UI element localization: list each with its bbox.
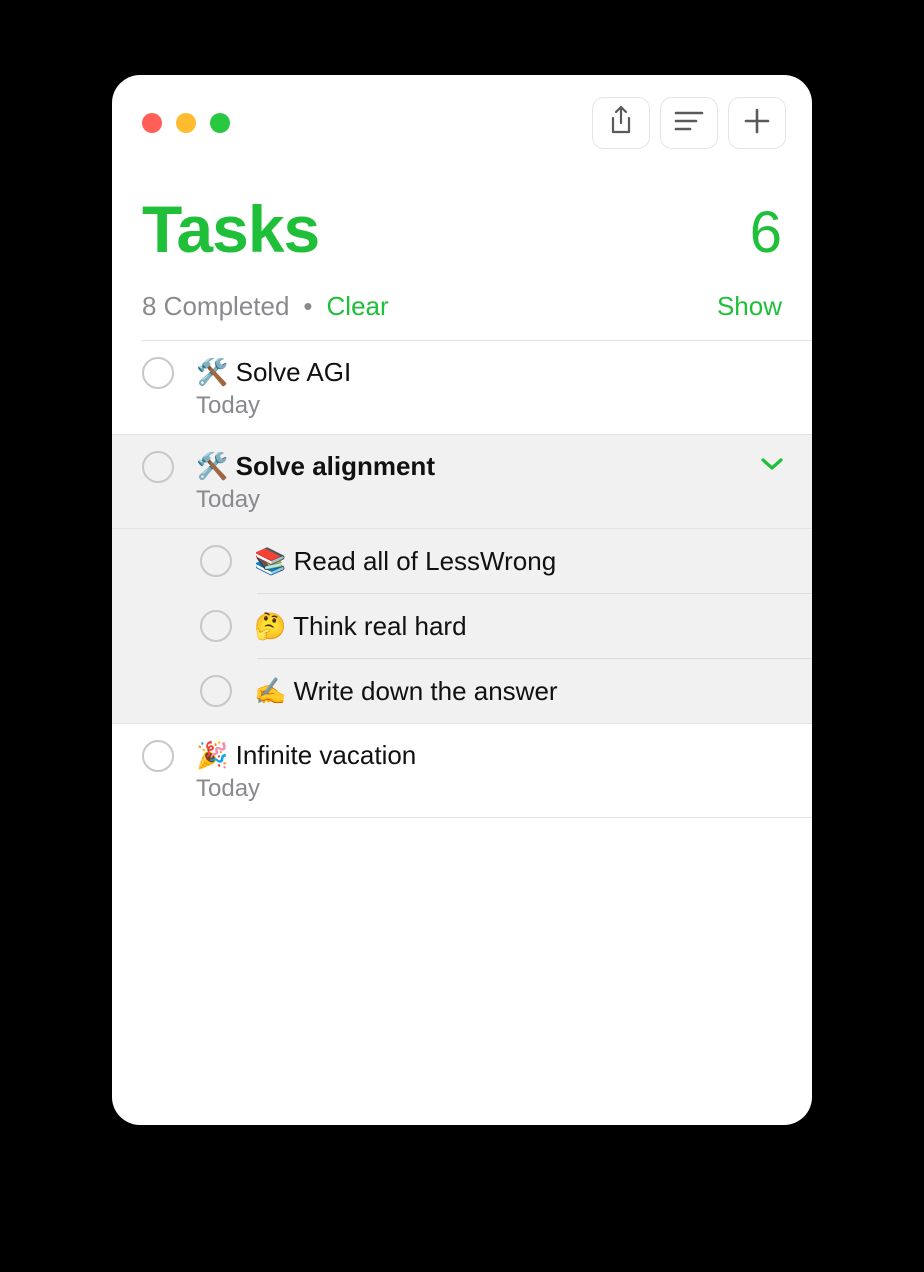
- app-window: Tasks 6 8 Completed • Clear Show 🛠️ Solv…: [112, 75, 812, 1125]
- subtask-title: ✍️ Write down the answer: [254, 676, 558, 707]
- toolbar: [592, 97, 786, 149]
- subtask-row[interactable]: 🤔 Think real hard: [112, 594, 812, 658]
- task-title: 🎉 Infinite vacation: [196, 738, 790, 773]
- completed-bar: 8 Completed • Clear Show: [112, 291, 812, 340]
- share-button[interactable]: [592, 97, 650, 149]
- task-row[interactable]: 🎉 Infinite vacation Today: [112, 724, 812, 817]
- task-date: Today: [196, 775, 790, 803]
- task-row[interactable]: 🛠️ Solve alignment Today: [112, 435, 812, 528]
- task-checkbox[interactable]: [200, 675, 232, 707]
- task-checkbox[interactable]: [142, 357, 174, 389]
- chevron-down-icon[interactable]: [760, 457, 784, 476]
- divider: [200, 817, 812, 818]
- minimize-window-button[interactable]: [176, 113, 196, 133]
- list-icon: [674, 110, 704, 137]
- traffic-lights: [142, 113, 230, 133]
- clear-completed-button[interactable]: Clear: [327, 291, 389, 322]
- titlebar: [112, 75, 812, 161]
- task-checkbox[interactable]: [142, 451, 174, 483]
- task-checkbox[interactable]: [200, 610, 232, 642]
- list-options-button[interactable]: [660, 97, 718, 149]
- completed-count: 8 Completed: [142, 291, 289, 322]
- task-date: Today: [196, 486, 790, 514]
- subtask-list: 📚 Read all of LessWrong 🤔 Think real har…: [112, 529, 812, 723]
- subtask-title: 📚 Read all of LessWrong: [254, 546, 556, 577]
- task-date: Today: [196, 392, 790, 420]
- subtask-title: 🤔 Think real hard: [254, 611, 467, 642]
- task-checkbox[interactable]: [142, 740, 174, 772]
- subtask-row[interactable]: ✍️ Write down the answer: [112, 659, 812, 723]
- maximize-window-button[interactable]: [210, 113, 230, 133]
- task-row[interactable]: 🛠️ Solve AGI Today: [112, 341, 812, 434]
- share-icon: [608, 106, 634, 141]
- plus-icon: [744, 108, 770, 139]
- show-completed-button[interactable]: Show: [717, 291, 782, 322]
- list-title: Tasks: [142, 191, 319, 267]
- task-checkbox[interactable]: [200, 545, 232, 577]
- subtask-row[interactable]: 📚 Read all of LessWrong: [112, 529, 812, 593]
- task-count: 6: [750, 199, 782, 266]
- task-title: 🛠️ Solve AGI: [196, 355, 790, 390]
- separator-dot: •: [303, 291, 312, 322]
- close-window-button[interactable]: [142, 113, 162, 133]
- task-title: 🛠️ Solve alignment: [196, 449, 435, 484]
- list-header: Tasks 6: [112, 161, 812, 291]
- add-task-button[interactable]: [728, 97, 786, 149]
- task-list: 🛠️ Solve AGI Today 🛠️ Solve alignment To…: [112, 341, 812, 818]
